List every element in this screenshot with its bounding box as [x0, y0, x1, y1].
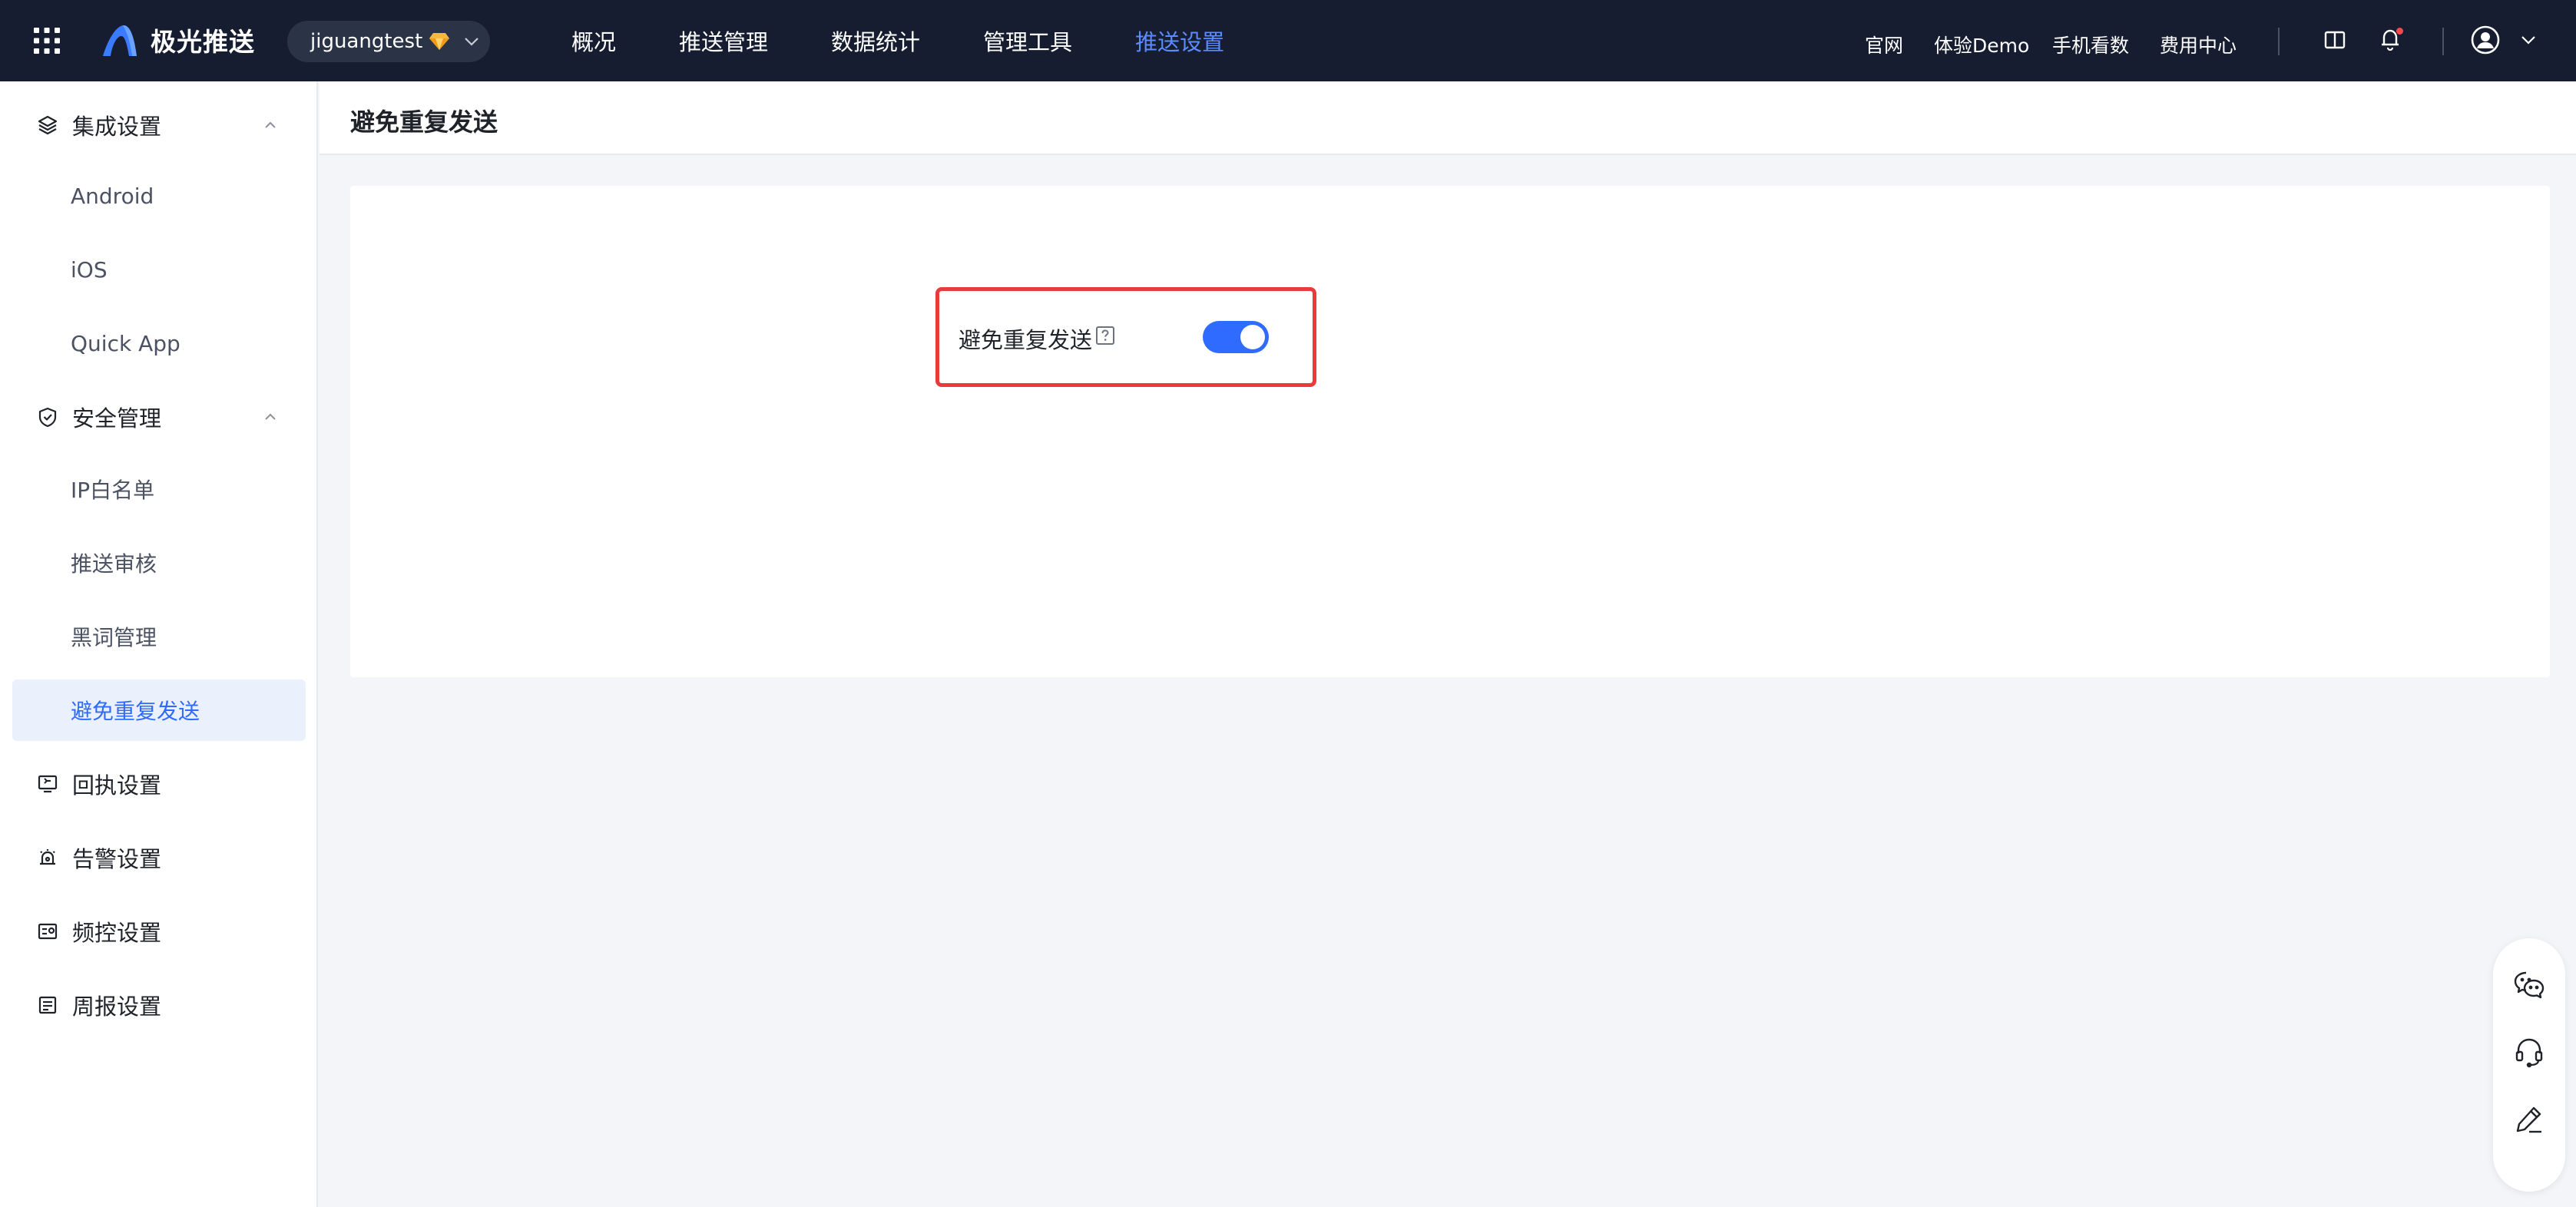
brand-logo[interactable]: 极光推送	[100, 21, 255, 58]
link-demo[interactable]: 体验Demo	[1934, 31, 2029, 58]
sidebar-group-label: 频控设置	[72, 920, 162, 946]
floating-toolbar	[2493, 938, 2565, 1192]
shield-icon	[37, 406, 58, 428]
chevron-up-icon	[263, 409, 278, 425]
alarm-icon	[37, 847, 58, 868]
chevron-down-icon	[462, 32, 481, 51]
divider	[2278, 28, 2280, 55]
sidebar-group-label: 周报设置	[72, 994, 162, 1020]
nav-overview[interactable]: 概况	[571, 25, 616, 57]
link-official-site[interactable]: 官网	[1865, 31, 1903, 58]
sidebar-group-label: 回执设置	[72, 772, 162, 799]
sidebar-group-weekly-report[interactable]: 周报设置	[0, 974, 318, 1036]
divider	[2442, 28, 2444, 55]
sidebar-item-ios[interactable]: iOS	[12, 239, 306, 300]
sidebar-item-push-review[interactable]: 推送审核	[12, 532, 306, 594]
nav-statistics[interactable]: 数据统计	[831, 25, 920, 57]
sidebar-group-label: 集成设置	[72, 114, 162, 140]
brand-name: 极光推送	[151, 27, 255, 57]
link-mobile-data[interactable]: 手机看数	[2052, 31, 2129, 58]
sidebar: 集成设置 Android iOS Quick App 安全管理 IP白名单 推送…	[0, 81, 318, 1207]
link-billing[interactable]: 费用中心	[2160, 31, 2237, 58]
rate-control-icon	[37, 921, 58, 942]
nav-tools[interactable]: 管理工具	[983, 25, 1072, 57]
page-header: 避免重复发送	[320, 81, 2576, 155]
report-icon	[37, 994, 58, 1016]
sidebar-item-quick-app[interactable]: Quick App	[12, 312, 306, 374]
receipt-monitor-icon	[37, 773, 58, 795]
help-icon[interactable]	[1095, 326, 1115, 346]
brand-logo-icon	[100, 22, 140, 58]
page-title: 避免重复发送	[350, 107, 498, 137]
sidebar-group-alarm[interactable]: 告警设置	[0, 827, 318, 888]
notification-badge	[2396, 28, 2403, 35]
sidebar-item-android[interactable]: Android	[12, 165, 306, 227]
sidebar-group-label: 告警设置	[72, 846, 162, 872]
book-icon[interactable]	[2323, 28, 2347, 52]
layers-icon	[37, 114, 58, 136]
wechat-icon[interactable]	[2512, 967, 2546, 1001]
edit-icon[interactable]	[2512, 1103, 2546, 1136]
sidebar-item-avoid-duplicate[interactable]: 避免重复发送	[12, 680, 306, 741]
chevron-down-icon[interactable]	[2519, 31, 2538, 49]
headset-icon[interactable]	[2512, 1035, 2546, 1069]
sidebar-group-receipt[interactable]: 回执设置	[0, 753, 318, 815]
settings-card: 避免重复发送	[350, 186, 2550, 677]
nav-push-management[interactable]: 推送管理	[679, 25, 768, 57]
app-switcher-name: jiguangtest	[310, 30, 423, 53]
sidebar-item-ip-whitelist[interactable]: IP白名单	[12, 458, 306, 520]
sidebar-item-blocked-words[interactable]: 黑词管理	[12, 606, 306, 667]
apps-grid-icon[interactable]	[32, 26, 61, 55]
nav-push-settings[interactable]: 推送设置	[1135, 25, 1224, 57]
app-switcher[interactable]: jiguangtest	[287, 21, 490, 62]
sidebar-group-security[interactable]: 安全管理	[0, 386, 318, 448]
top-navigation-bar: 极光推送 jiguangtest 概况 推送管理 数据统计 管理工具 推送设置 …	[0, 0, 2576, 81]
toggle-knob	[1240, 325, 1265, 349]
avoid-duplicate-toggle[interactable]	[1203, 321, 1269, 353]
sidebar-group-integration[interactable]: 集成设置	[0, 94, 318, 156]
sidebar-group-label: 安全管理	[72, 405, 162, 432]
chevron-up-icon	[263, 117, 278, 133]
sidebar-group-rate-control[interactable]: 频控设置	[0, 901, 318, 962]
user-avatar-icon[interactable]	[2470, 25, 2501, 55]
diamond-icon	[429, 31, 450, 51]
main-nav: 概况 推送管理 数据统计 管理工具 推送设置	[571, 0, 1287, 81]
setting-label: 避免重复发送	[959, 327, 1093, 353]
